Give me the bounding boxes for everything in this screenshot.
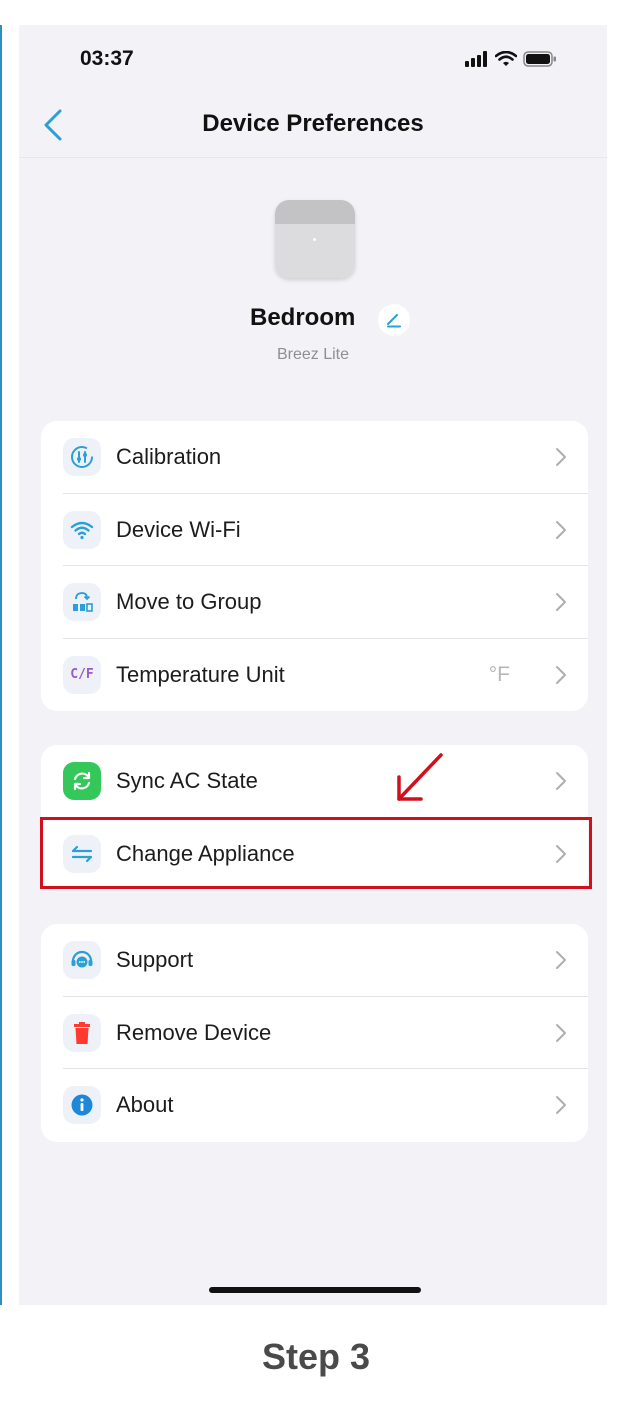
row-label: Temperature Unit bbox=[116, 661, 285, 687]
calibration-icon bbox=[63, 438, 101, 477]
row-change-appliance[interactable]: Change Appliance bbox=[41, 818, 588, 891]
pointer-arrow-icon bbox=[397, 753, 443, 801]
row-label: About bbox=[116, 1092, 174, 1118]
info-icon bbox=[63, 1086, 101, 1125]
row-label: Change Appliance bbox=[116, 840, 295, 866]
chevron-right-icon bbox=[556, 520, 566, 539]
chevron-right-icon bbox=[556, 1023, 566, 1042]
page-title: Device Preferences bbox=[202, 110, 424, 137]
status-time: 03:37 bbox=[80, 47, 134, 70]
nav-divider bbox=[19, 157, 607, 158]
row-device-wifi[interactable]: Device Wi-Fi bbox=[41, 494, 588, 566]
device-model: Breez Lite bbox=[276, 346, 350, 363]
wifi-icon bbox=[63, 510, 101, 549]
signal-icon bbox=[465, 51, 487, 67]
chevron-right-icon bbox=[556, 844, 566, 863]
step-caption: Step 3 bbox=[261, 1336, 371, 1377]
device-name: Bedroom bbox=[250, 304, 356, 331]
settings-card-appliance: Sync AC State Change Appliance bbox=[41, 745, 588, 890]
chevron-right-icon bbox=[556, 772, 566, 791]
row-remove-device[interactable]: Remove Device bbox=[41, 997, 588, 1069]
row-support[interactable]: Support bbox=[41, 924, 588, 997]
row-label: Calibration bbox=[116, 444, 222, 470]
settings-card-support: Support Remove Device About bbox=[41, 924, 588, 1142]
home-indicator bbox=[209, 1287, 421, 1293]
row-move-to-group[interactable]: Move to Group bbox=[41, 566, 588, 639]
phone-screen: 03:37 Device Preferences Bedroom Breez L… bbox=[19, 25, 607, 1305]
battery-icon bbox=[523, 51, 556, 67]
row-calibration[interactable]: Calibration bbox=[41, 421, 588, 494]
row-label: Support bbox=[116, 947, 194, 973]
row-label: Device Wi-Fi bbox=[116, 516, 241, 542]
row-label: Sync AC State bbox=[116, 768, 258, 794]
row-label: Remove Device bbox=[116, 1019, 272, 1045]
pencil-icon bbox=[387, 314, 401, 328]
swap-arrows-icon bbox=[63, 834, 101, 873]
sync-icon bbox=[63, 762, 101, 801]
chevron-right-icon bbox=[556, 951, 566, 970]
row-about[interactable]: About bbox=[41, 1069, 588, 1142]
group-icon bbox=[63, 583, 101, 622]
left-edge-line bbox=[0, 25, 2, 1305]
chevron-right-icon bbox=[556, 593, 566, 612]
temperature-unit-icon: C/F bbox=[63, 655, 101, 694]
device-image bbox=[275, 200, 355, 278]
edit-name-button[interactable] bbox=[378, 304, 410, 336]
support-icon bbox=[63, 941, 101, 980]
row-value: °F bbox=[488, 662, 510, 686]
status-icons bbox=[465, 51, 557, 67]
chevron-right-icon bbox=[556, 1096, 566, 1115]
wifi-status-icon bbox=[495, 51, 517, 66]
trash-icon bbox=[63, 1013, 101, 1052]
chevron-right-icon bbox=[556, 665, 566, 684]
row-label: Move to Group bbox=[116, 589, 262, 615]
chevron-right-icon bbox=[556, 448, 566, 467]
row-temperature-unit[interactable]: C/F Temperature Unit °F bbox=[41, 639, 588, 712]
settings-card-device: Calibration Device Wi-Fi Move to Group C… bbox=[41, 421, 588, 711]
row-sync-ac-state[interactable]: Sync AC State bbox=[41, 745, 588, 818]
